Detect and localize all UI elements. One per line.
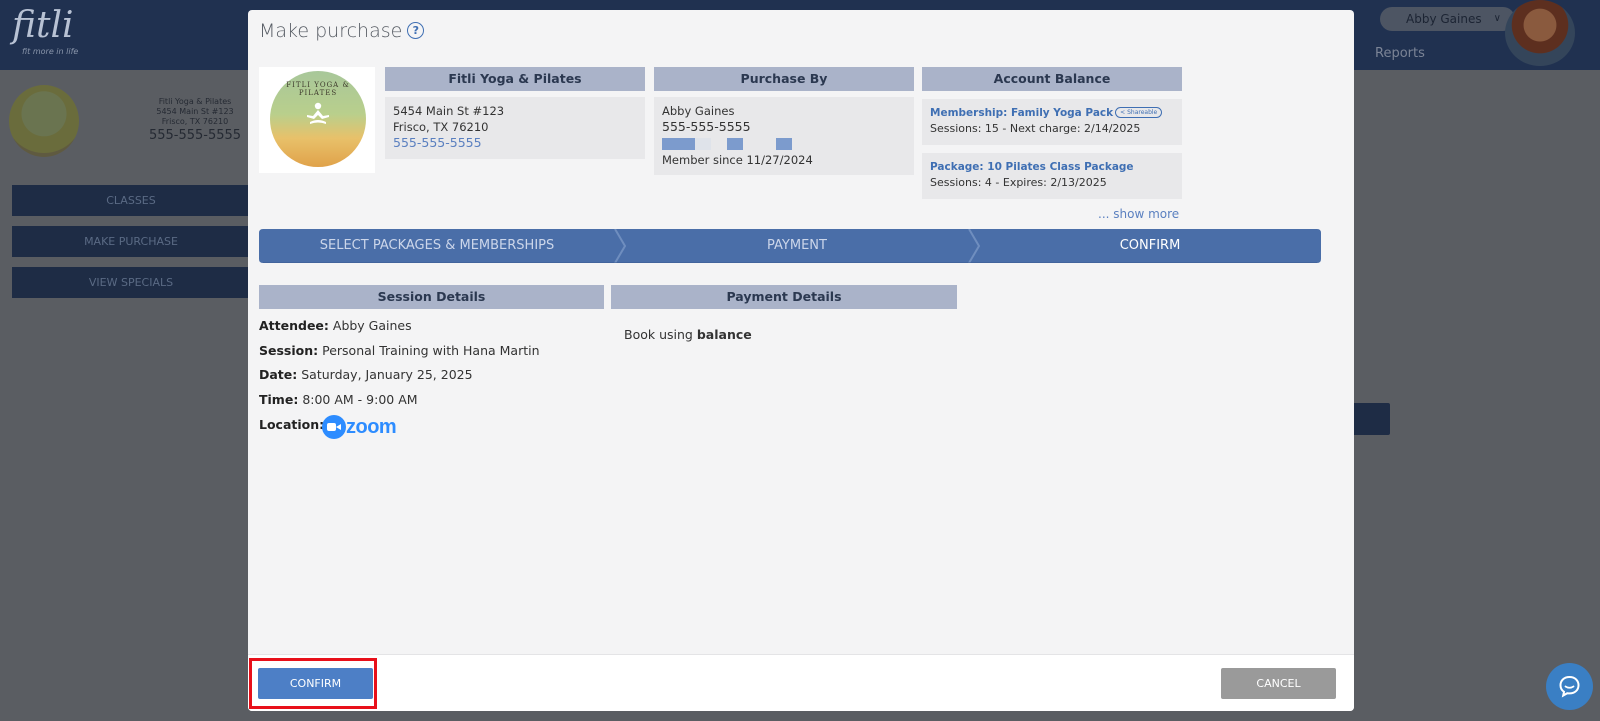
payment-method-prefix: Book using <box>624 327 693 342</box>
attendee-value: Abby Gaines <box>332 318 412 333</box>
studio-logo-circle: FITLI YOGA & PILATES <box>270 71 366 167</box>
step-select-packages[interactable]: SELECT PACKAGES & MEMBERSHIPS <box>259 229 615 263</box>
session-details-heading: Session Details <box>259 285 604 309</box>
shareable-badge: < Shareable <box>1115 107 1163 118</box>
shareable-badge-label: Shareable <box>1127 109 1158 116</box>
time-value: 8:00 AM - 9:00 AM <box>302 392 418 407</box>
session-row: Session: Personal Training with Hana Mar… <box>259 343 540 358</box>
account-balance-item: Membership: Family Yoga Pack < Shareable … <box>922 99 1182 145</box>
chat-bubble-icon <box>1559 675 1580 698</box>
date-value: Saturday, January 25, 2025 <box>301 367 473 382</box>
studio-phone-link[interactable]: 555-555-5555 <box>393 135 637 151</box>
purchase-stepper: SELECT PACKAGES & MEMBERSHIPS PAYMENT CO… <box>259 229 1321 263</box>
studio-info-panel: Fitli Yoga & Pilates 5454 Main St #123 F… <box>385 67 645 159</box>
confirm-button[interactable]: CONFIRM <box>258 668 373 699</box>
payment-method-value: balance <box>696 327 752 342</box>
account-balance-panel: Account Balance Membership: Family Yoga … <box>922 67 1182 199</box>
fitli-logo: fitli <box>12 5 74 46</box>
sidebar-item-make-purchase[interactable]: MAKE PURCHASE <box>12 226 250 257</box>
studio-logo <box>9 85 79 157</box>
meditation-figure-icon <box>307 102 329 124</box>
session-label: Session: <box>259 343 319 358</box>
purchase-by-heading: Purchase By <box>654 67 914 91</box>
payment-method-text: Book using balance <box>624 327 752 342</box>
user-menu[interactable]: Abby Gaines ∨ <box>1380 7 1515 31</box>
member-since: Member since 11/27/2024 <box>662 153 813 167</box>
attendee-label: Attendee: <box>259 318 329 333</box>
studio-logo-text: FITLI YOGA & PILATES <box>286 81 350 97</box>
question-circle-icon[interactable]: ? <box>407 22 425 39</box>
attendee-row: Attendee: Abby Gaines <box>259 318 412 333</box>
studio-logo-image: FITLI YOGA & PILATES <box>259 67 375 173</box>
zoom-logo: zoom <box>322 415 397 439</box>
zoom-camera-icon <box>322 415 346 439</box>
avatar[interactable] <box>1505 0 1575 66</box>
modal-title-text: Make purchase <box>259 20 403 42</box>
step-confirm[interactable]: CONFIRM <box>979 229 1321 263</box>
date-label: Date: <box>259 367 298 382</box>
account-balance-heading: Account Balance <box>922 67 1182 91</box>
step-payment[interactable]: PAYMENT <box>625 229 969 263</box>
package-name-link[interactable]: Package: 10 Pilates Class Package <box>930 159 1174 175</box>
time-row: Time: 8:00 AM - 9:00 AM <box>259 392 418 407</box>
purchase-by-panel: Purchase By Abby Gaines 555-555-5555 Mem… <box>654 67 914 175</box>
time-label: Time: <box>259 392 299 407</box>
zoom-wordmark: zoom <box>346 415 397 438</box>
redacted-info <box>662 138 906 150</box>
package-detail: Sessions: 4 - Expires: 2/13/2025 <box>930 176 1107 189</box>
purchase-by-body: Abby Gaines 555-555-5555 Member since 11… <box>654 97 914 175</box>
sidebar-item-view-specials[interactable]: VIEW SPECIALS <box>12 267 250 298</box>
cancel-button[interactable]: CANCEL <box>1221 668 1336 699</box>
fitli-tagline: fit more in life <box>22 47 79 56</box>
purchaser-phone: 555-555-5555 <box>662 119 751 134</box>
studio-info-body: 5454 Main St #123 Frisco, TX 76210 555-5… <box>385 97 645 159</box>
modal-footer: CONFIRM CANCEL <box>248 654 1354 711</box>
make-purchase-modal: Make purchase? FITLI YOGA & PILATES Fitl… <box>248 10 1354 711</box>
share-icon: < <box>1120 109 1126 116</box>
account-balance-item: Package: 10 Pilates Class Package Sessio… <box>922 153 1182 199</box>
membership-detail: Sessions: 15 - Next charge: 2/14/2025 <box>930 122 1141 135</box>
membership-name-link[interactable]: Membership: Family Yoga Pack <box>930 107 1113 119</box>
modal-title: Make purchase? <box>259 20 425 42</box>
studio-info-heading: Fitli Yoga & Pilates <box>385 67 645 91</box>
studio-address-line1: 5454 Main St #123 <box>393 104 505 118</box>
chat-button[interactable] <box>1546 663 1593 710</box>
studio-address-line2: Frisco, TX 76210 <box>393 120 489 134</box>
location-row: Location: <box>259 417 324 432</box>
location-label: Location: <box>259 417 325 432</box>
sidebar-item-classes[interactable]: CLASSES <box>12 185 250 216</box>
date-row: Date: Saturday, January 25, 2025 <box>259 367 473 382</box>
session-value: Personal Training with Hana Martin <box>322 343 540 358</box>
user-menu-name: Abby Gaines <box>1406 12 1482 26</box>
chevron-down-icon: ∨ <box>1493 13 1501 24</box>
purchaser-name: Abby Gaines <box>662 104 735 118</box>
show-more-link[interactable]: ... show more <box>1098 207 1179 221</box>
payment-details-heading: Payment Details <box>611 285 957 309</box>
nav-reports[interactable]: Reports <box>1375 46 1425 61</box>
